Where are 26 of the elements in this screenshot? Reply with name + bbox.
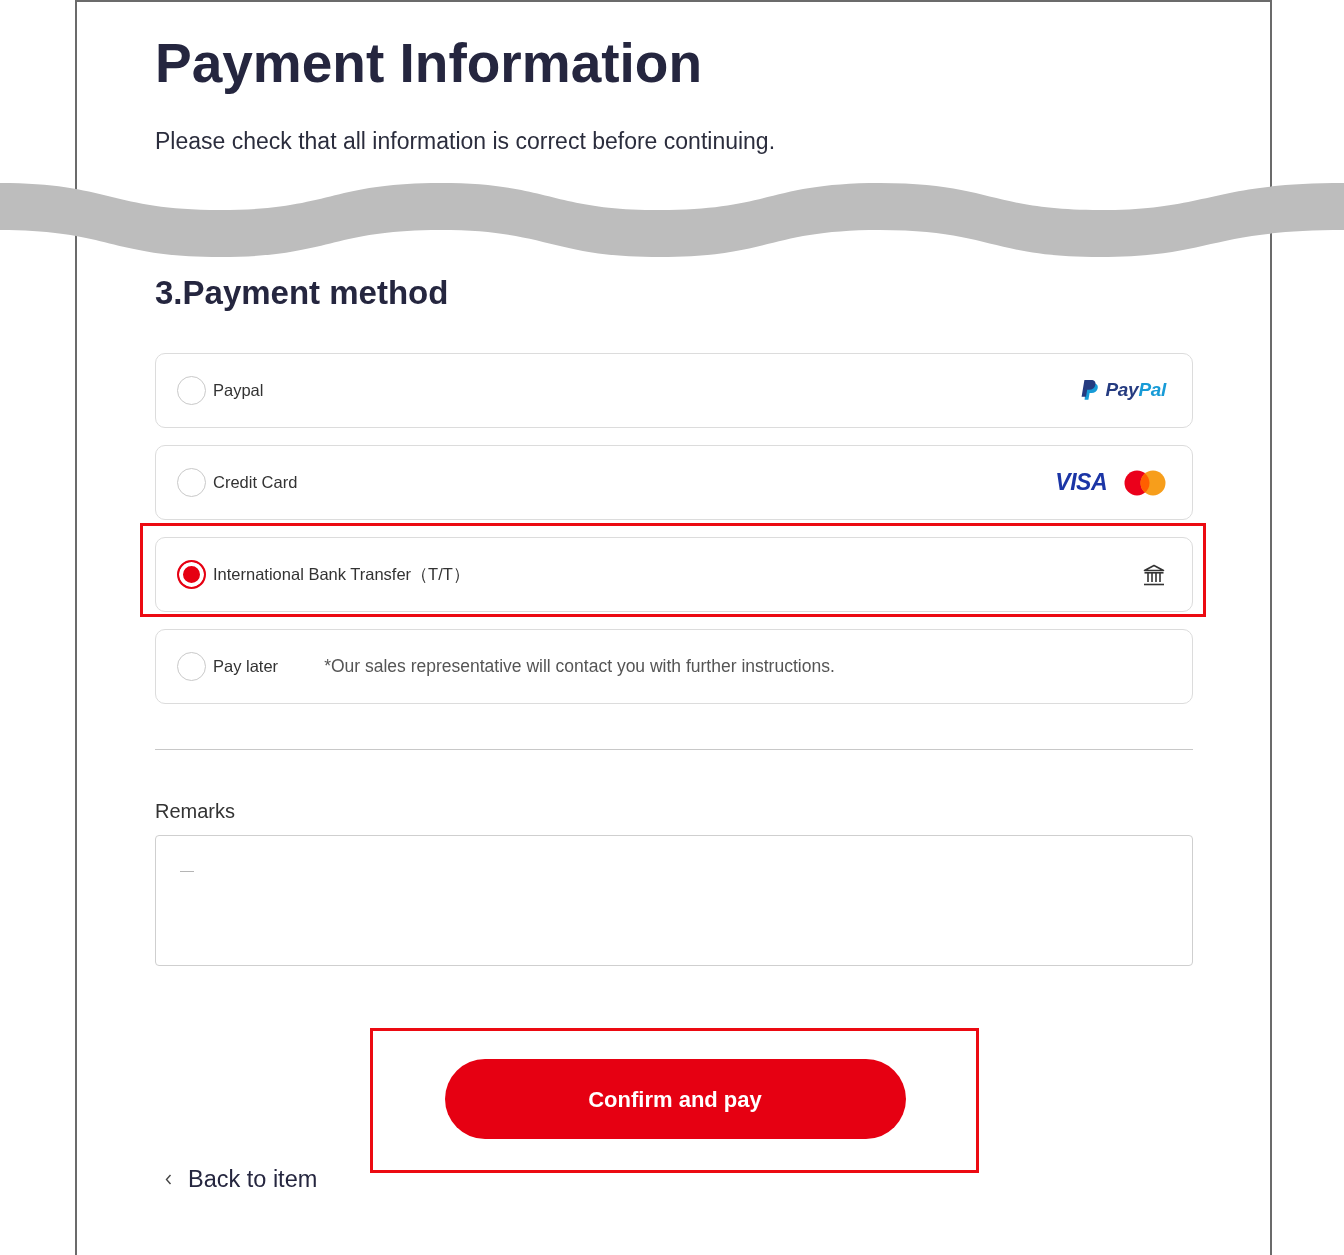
section-heading: 3.Payment method [155, 272, 449, 313]
radio-button[interactable] [177, 376, 206, 406]
card-logo-icon [1124, 469, 1166, 496]
payment-option[interactable]: Pay later *Our sales representative will contact you with further instructions. [155, 629, 1193, 705]
option-label: Paypal [213, 380, 264, 402]
radio-button[interactable] [177, 652, 206, 682]
payment-option[interactable]: Paypal PayPal [155, 353, 1193, 429]
bank-icon [1142, 562, 1166, 587]
page-title: Payment Information [155, 31, 703, 96]
logo-mark-icon [1081, 380, 1100, 402]
radio-button[interactable] [177, 468, 206, 498]
confirm-button[interactable]: Confirm and pay [444, 1059, 906, 1140]
logo-wordmark: PayPal [1105, 378, 1166, 403]
option-label: Credit Card [213, 472, 298, 494]
card-network-wordmark: VISA [1055, 471, 1107, 495]
note-text: *Our sales representative will contact you with further instructions. [324, 655, 835, 679]
back-link[interactable]: Back to item [155, 1161, 318, 1198]
payment-option[interactable]: Credit Card VISA [155, 445, 1193, 521]
radio-button[interactable] [177, 560, 206, 590]
remarks-field[interactable]: — [155, 835, 1193, 967]
chevron-left-icon [165, 1173, 172, 1185]
instructions-text: Please check that all information is correct before continuing. [155, 127, 776, 156]
payment-option[interactable]: International Bank Transfer（T/T） [155, 537, 1193, 613]
field-label: Remarks [155, 799, 235, 824]
option-label: Pay later [213, 656, 279, 678]
option-label: International Bank Transfer（T/T） [213, 564, 470, 586]
